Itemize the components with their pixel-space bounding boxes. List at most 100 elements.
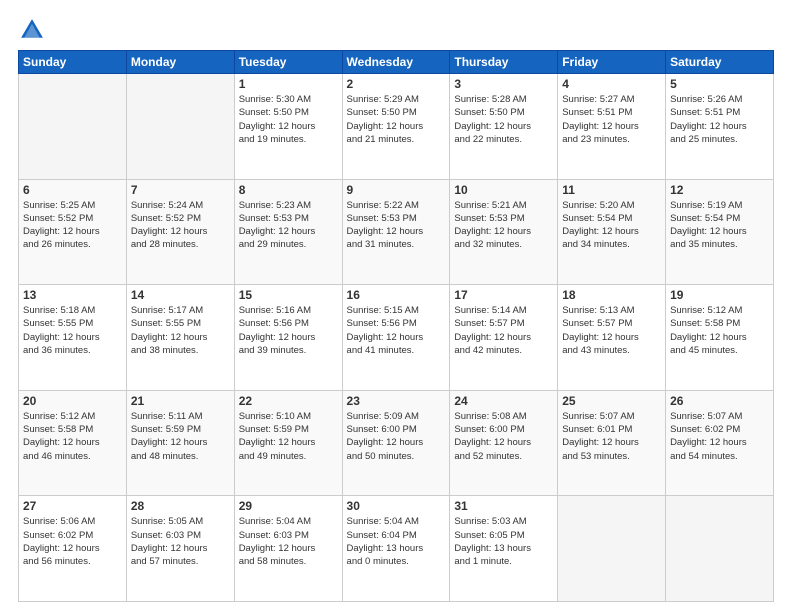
calendar-week-row: 1Sunrise: 5:30 AM Sunset: 5:50 PM Daylig…: [19, 74, 774, 180]
day-number: 30: [347, 499, 446, 513]
day-info: Sunrise: 5:07 AM Sunset: 6:01 PM Dayligh…: [562, 410, 661, 463]
calendar-cell: 10Sunrise: 5:21 AM Sunset: 5:53 PM Dayli…: [450, 179, 558, 285]
calendar-cell: 15Sunrise: 5:16 AM Sunset: 5:56 PM Dayli…: [234, 285, 342, 391]
day-number: 7: [131, 183, 230, 197]
day-info: Sunrise: 5:15 AM Sunset: 5:56 PM Dayligh…: [347, 304, 446, 357]
calendar-cell: 30 Sunrise: 5:04 AM Sunset: 6:04 PM Dayli…: [342, 496, 450, 602]
day-number: 20: [23, 394, 122, 408]
calendar-cell: 3 Sunrise: 5:28 AM Sunset: 5:50 PM Daylig…: [450, 74, 558, 180]
day-number: 23: [347, 394, 446, 408]
calendar-week-row: 6 Sunrise: 5:25 AM Sunset: 5:52 PM Daylig…: [19, 179, 774, 285]
calendar-cell: 11 Sunrise: 5:20 AM Sunset: 5:54 PM Dayli…: [558, 179, 666, 285]
calendar-cell: 9 Sunrise: 5:22 AM Sunset: 5:53 PM Daylig…: [342, 179, 450, 285]
day-number: 6: [23, 183, 122, 197]
day-number: 5: [670, 77, 769, 91]
day-number: 17: [454, 288, 553, 302]
day-info: Sunrise: 5:25 AM Sunset: 5:52 PM Dayligh…: [23, 199, 122, 252]
day-number: 24: [454, 394, 553, 408]
calendar-cell: 17 Sunrise: 5:14 AM Sunset: 5:57 PM Dayli…: [450, 285, 558, 391]
weekday-header: Wednesday: [342, 51, 450, 74]
day-number: 8: [239, 183, 338, 197]
day-info: Sunrise: 5:24 AM Sunset: 5:52 PM Dayligh…: [131, 199, 230, 252]
day-info: Sunrise: 5:12 AM Sunset: 5:58 PM Dayligh…: [670, 304, 769, 357]
calendar: SundayMondayTuesdayWednesdayThursdayFrid…: [18, 50, 774, 602]
day-number: 12: [670, 183, 769, 197]
weekday-header: Monday: [126, 51, 234, 74]
day-info: Sunrise: 5:14 AM Sunset: 5:57 PM Dayligh…: [454, 304, 553, 357]
day-info: Sunrise: 5:09 AM Sunset: 6:00 PM Dayligh…: [347, 410, 446, 463]
calendar-cell: 16 Sunrise: 5:15 AM Sunset: 5:56 PM Dayli…: [342, 285, 450, 391]
calendar-cell: 8 Sunrise: 5:23 AM Sunset: 5:53 PM Daylig…: [234, 179, 342, 285]
calendar-cell: 12 Sunrise: 5:19 AM Sunset: 5:54 PM Dayli…: [666, 179, 774, 285]
day-info: Sunrise: 5:27 AM Sunset: 5:51 PM Dayligh…: [562, 93, 661, 146]
day-number: 3: [454, 77, 553, 91]
day-number: 25: [562, 394, 661, 408]
day-info: Sunrise: 5:12 AM Sunset: 5:58 PM Dayligh…: [23, 410, 122, 463]
day-number: 29: [239, 499, 338, 513]
calendar-cell: 4 Sunrise: 5:27 AM Sunset: 5:51 PM Daylig…: [558, 74, 666, 180]
day-info: Sunrise: 5:04 AM Sunset: 6:04 PM Dayligh…: [347, 515, 446, 568]
day-number: 11: [562, 183, 661, 197]
weekday-header: Saturday: [666, 51, 774, 74]
day-number: 22: [239, 394, 338, 408]
day-info: Sunrise: 5:08 AM Sunset: 6:00 PM Dayligh…: [454, 410, 553, 463]
page: SundayMondayTuesdayWednesdayThursdayFrid…: [0, 0, 792, 612]
weekday-header: Friday: [558, 51, 666, 74]
day-info: Sunrise: 5:21 AM Sunset: 5:53 PM Dayligh…: [454, 199, 553, 252]
calendar-cell: 5Sunrise: 5:26 AM Sunset: 5:51 PM Daylig…: [666, 74, 774, 180]
day-info: Sunrise: 5:19 AM Sunset: 5:54 PM Dayligh…: [670, 199, 769, 252]
day-number: 21: [131, 394, 230, 408]
day-info: Sunrise: 5:05 AM Sunset: 6:03 PM Dayligh…: [131, 515, 230, 568]
day-number: 18: [562, 288, 661, 302]
day-number: 9: [347, 183, 446, 197]
day-info: Sunrise: 5:17 AM Sunset: 5:55 PM Dayligh…: [131, 304, 230, 357]
calendar-cell: 27Sunrise: 5:06 AM Sunset: 6:02 PM Dayli…: [19, 496, 127, 602]
day-number: 19: [670, 288, 769, 302]
weekday-header: Thursday: [450, 51, 558, 74]
calendar-cell: 31Sunrise: 5:03 AM Sunset: 6:05 PM Dayli…: [450, 496, 558, 602]
day-info: Sunrise: 5:10 AM Sunset: 5:59 PM Dayligh…: [239, 410, 338, 463]
day-number: 26: [670, 394, 769, 408]
day-number: 16: [347, 288, 446, 302]
calendar-cell: 21 Sunrise: 5:11 AM Sunset: 5:59 PM Dayli…: [126, 390, 234, 496]
calendar-cell: 22 Sunrise: 5:10 AM Sunset: 5:59 PM Dayli…: [234, 390, 342, 496]
day-info: Sunrise: 5:28 AM Sunset: 5:50 PM Dayligh…: [454, 93, 553, 146]
weekday-row: SundayMondayTuesdayWednesdayThursdayFrid…: [19, 51, 774, 74]
day-info: Sunrise: 5:06 AM Sunset: 6:02 PM Dayligh…: [23, 515, 122, 568]
day-number: 14: [131, 288, 230, 302]
calendar-cell: 2 Sunrise: 5:29 AM Sunset: 5:50 PM Daylig…: [342, 74, 450, 180]
day-info: Sunrise: 5:11 AM Sunset: 5:59 PM Dayligh…: [131, 410, 230, 463]
calendar-cell: 14 Sunrise: 5:17 AM Sunset: 5:55 PM Dayli…: [126, 285, 234, 391]
calendar-cell: 23 Sunrise: 5:09 AM Sunset: 6:00 PM Dayli…: [342, 390, 450, 496]
calendar-cell: 19 Sunrise: 5:12 AM Sunset: 5:58 PM Dayli…: [666, 285, 774, 391]
calendar-cell: [126, 74, 234, 180]
calendar-cell: 28Sunrise: 5:05 AM Sunset: 6:03 PM Dayli…: [126, 496, 234, 602]
calendar-week-row: 13 Sunrise: 5:18 AM Sunset: 5:55 PM Dayli…: [19, 285, 774, 391]
day-info: Sunrise: 5:30 AM Sunset: 5:50 PM Dayligh…: [239, 93, 338, 146]
day-info: Sunrise: 5:23 AM Sunset: 5:53 PM Dayligh…: [239, 199, 338, 252]
day-info: Sunrise: 5:18 AM Sunset: 5:55 PM Dayligh…: [23, 304, 122, 357]
calendar-cell: 18 Sunrise: 5:13 AM Sunset: 5:57 PM Dayli…: [558, 285, 666, 391]
calendar-cell: 25 Sunrise: 5:07 AM Sunset: 6:01 PM Dayli…: [558, 390, 666, 496]
calendar-cell: [558, 496, 666, 602]
day-number: 4: [562, 77, 661, 91]
day-info: Sunrise: 5:22 AM Sunset: 5:53 PM Dayligh…: [347, 199, 446, 252]
logo: [18, 16, 50, 44]
calendar-cell: 29Sunrise: 5:04 AM Sunset: 6:03 PM Dayli…: [234, 496, 342, 602]
day-info: Sunrise: 5:29 AM Sunset: 5:50 PM Dayligh…: [347, 93, 446, 146]
day-info: Sunrise: 5:07 AM Sunset: 6:02 PM Dayligh…: [670, 410, 769, 463]
day-info: Sunrise: 5:16 AM Sunset: 5:56 PM Dayligh…: [239, 304, 338, 357]
day-info: Sunrise: 5:13 AM Sunset: 5:57 PM Dayligh…: [562, 304, 661, 357]
day-number: 13: [23, 288, 122, 302]
day-number: 2: [347, 77, 446, 91]
day-number: 31: [454, 499, 553, 513]
calendar-cell: [666, 496, 774, 602]
calendar-body: 1Sunrise: 5:30 AM Sunset: 5:50 PM Daylig…: [19, 74, 774, 602]
calendar-cell: 20 Sunrise: 5:12 AM Sunset: 5:58 PM Dayli…: [19, 390, 127, 496]
logo-icon: [18, 16, 46, 44]
weekday-header: Tuesday: [234, 51, 342, 74]
weekday-header: Sunday: [19, 51, 127, 74]
day-info: Sunrise: 5:20 AM Sunset: 5:54 PM Dayligh…: [562, 199, 661, 252]
calendar-cell: 1Sunrise: 5:30 AM Sunset: 5:50 PM Daylig…: [234, 74, 342, 180]
calendar-cell: 26 Sunrise: 5:07 AM Sunset: 6:02 PM Dayli…: [666, 390, 774, 496]
